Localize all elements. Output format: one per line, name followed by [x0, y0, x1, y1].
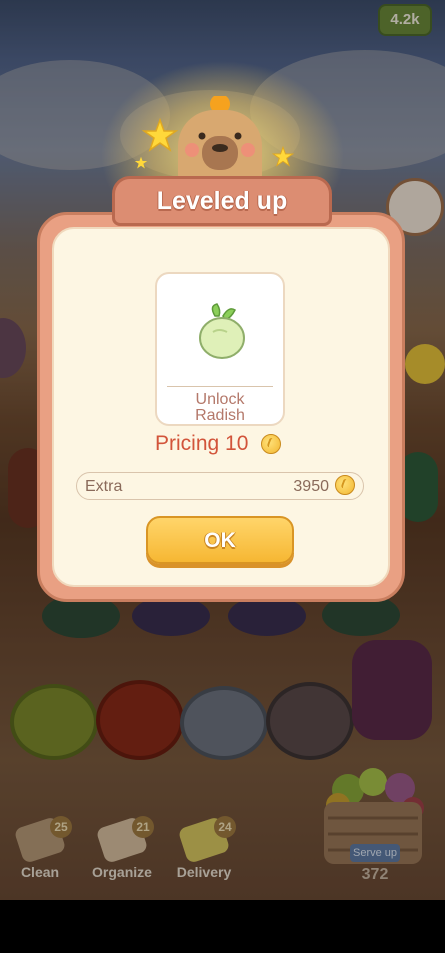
ok-label: OK: [204, 529, 236, 552]
star-icon: [272, 146, 294, 167]
ok-button[interactable]: OK: [146, 516, 294, 564]
game-screen: { "hud": {"coins": "4.2k"}, "dialog": { …: [0, 0, 445, 953]
coin-icon: [261, 434, 281, 454]
card-divider: [167, 386, 273, 387]
unlock-item-name: Radish: [195, 407, 245, 424]
pricing-label: Pricing 10: [155, 432, 249, 455]
dialog-title: Leveled up: [156, 187, 288, 215]
unlock-card: Unlock Radish: [155, 272, 285, 426]
title-banner: Leveled up: [112, 176, 332, 226]
pricing-row: Pricing 10: [155, 432, 295, 458]
unlock-label: Unlock: [195, 391, 245, 408]
extra-value: 3950: [293, 478, 329, 495]
extra-label: Extra: [85, 478, 123, 495]
extra-bar: Extra 3950: [76, 472, 364, 500]
star-icon: [134, 156, 148, 169]
unlock-text: Unlock Radish: [157, 392, 283, 424]
radish-icon: [199, 303, 245, 359]
coin-icon: [335, 475, 355, 495]
